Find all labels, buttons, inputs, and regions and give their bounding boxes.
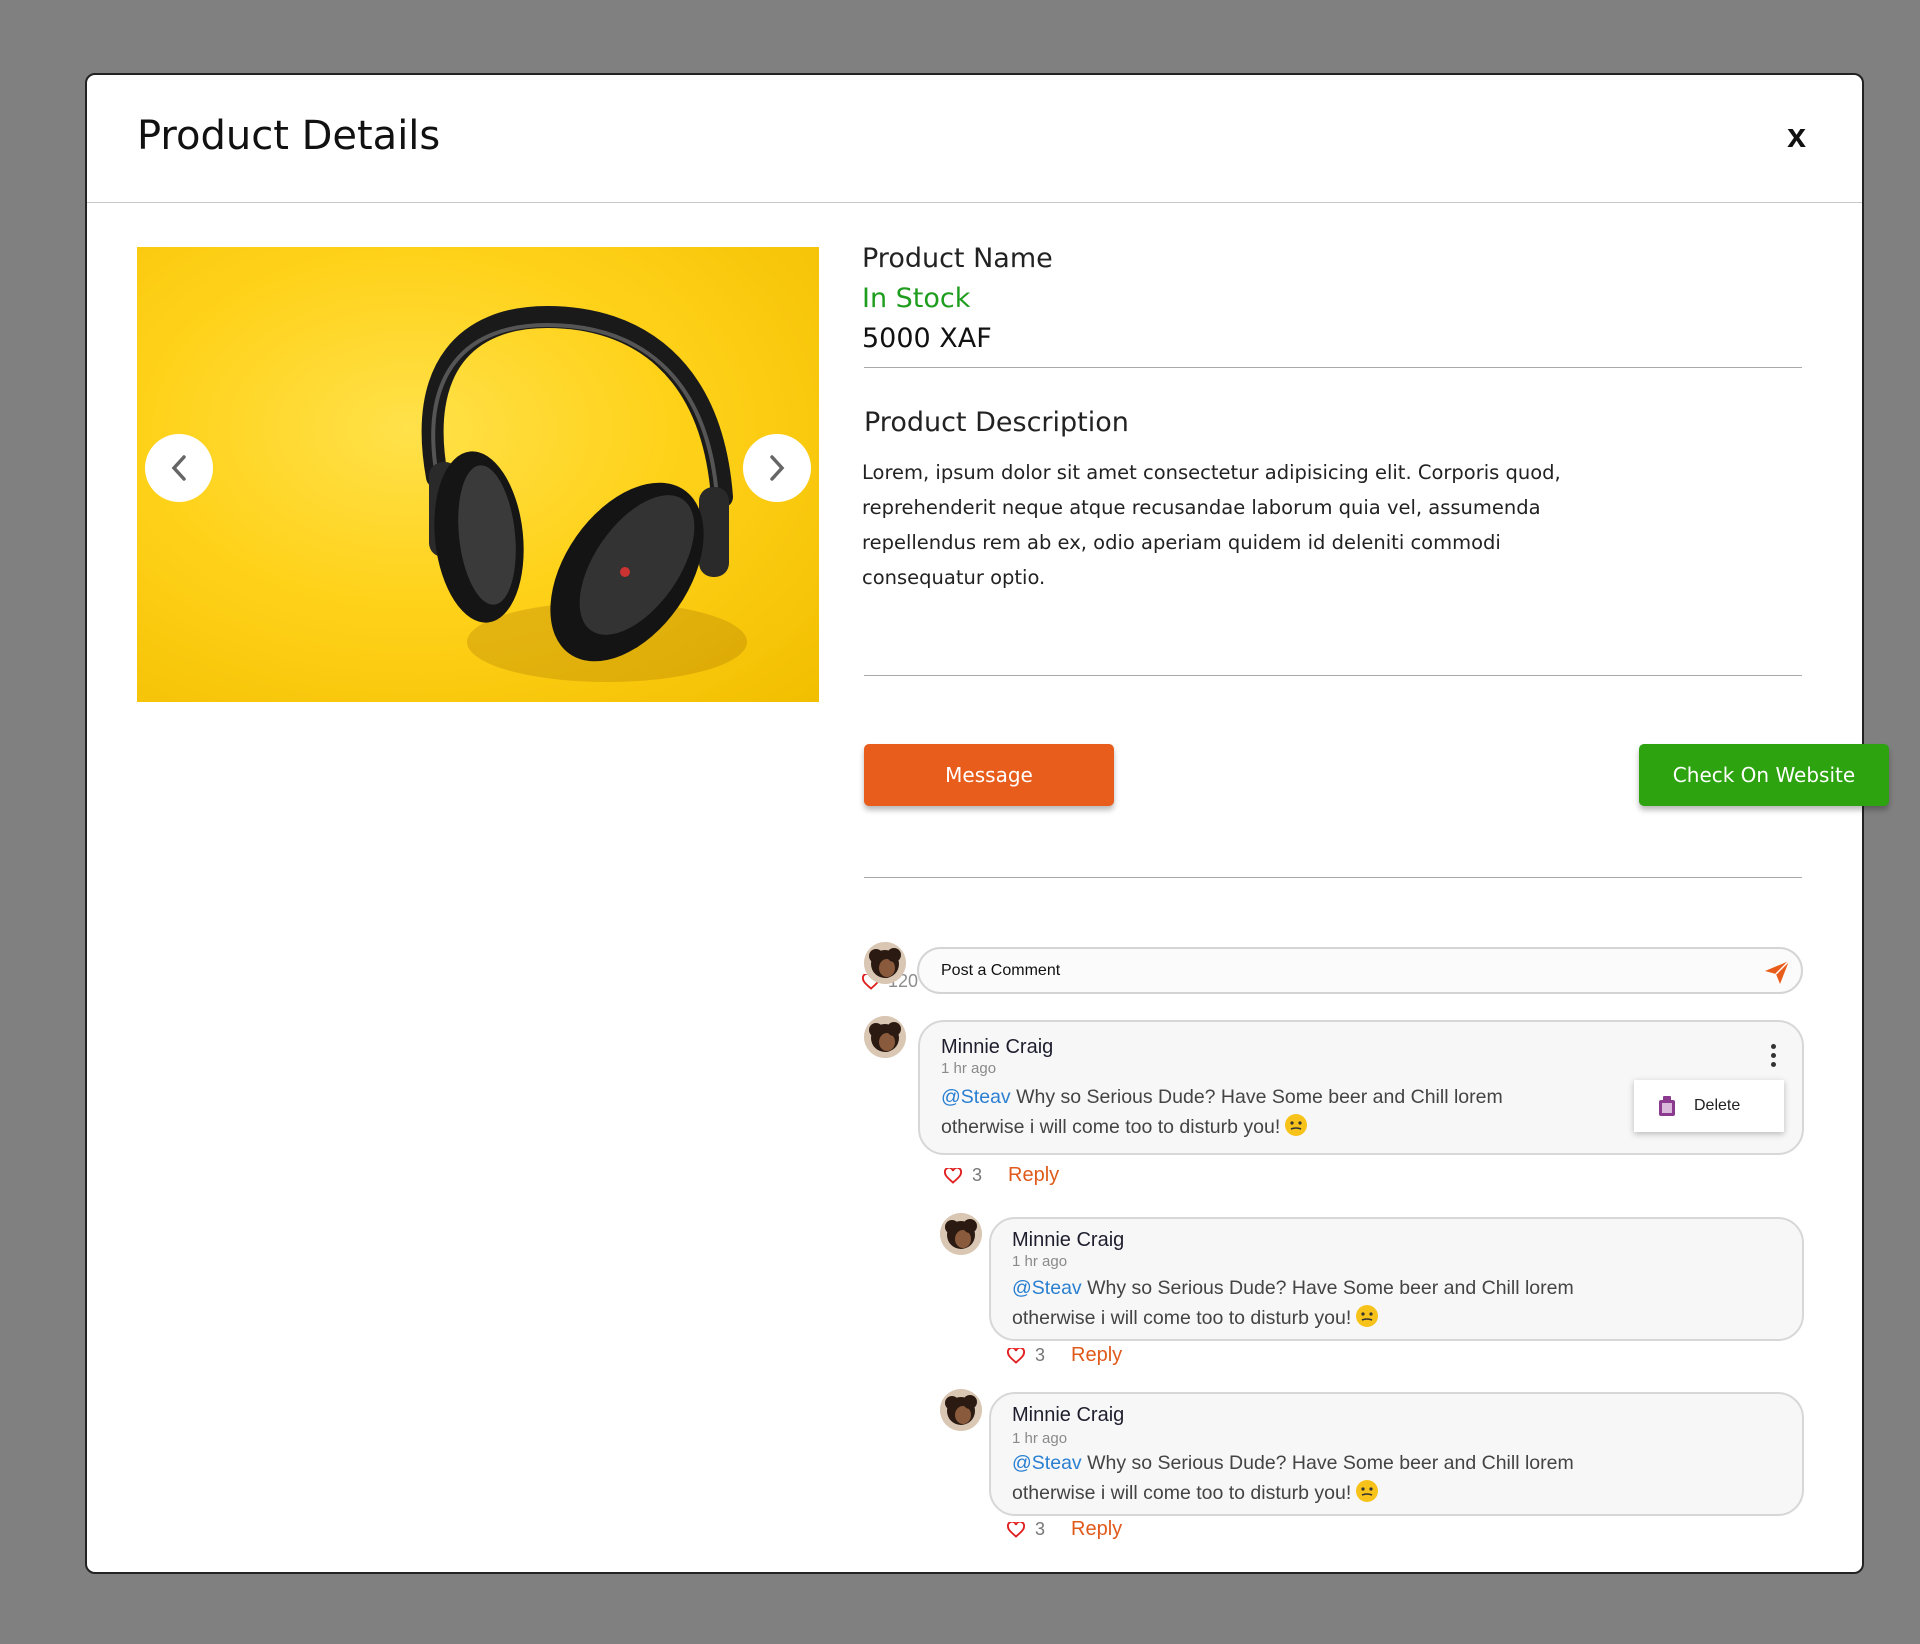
heart-icon[interactable] xyxy=(1007,1521,1025,1538)
reply-button[interactable]: Reply xyxy=(1008,1164,1059,1187)
message-button[interactable]: Message xyxy=(864,744,1114,806)
like-count: 3 xyxy=(972,1165,983,1185)
slightly-smiling-emoji xyxy=(1356,1480,1379,1502)
avatar xyxy=(940,1213,982,1255)
heart-icon[interactable] xyxy=(944,1167,962,1184)
description-text: Lorem, ipsum dolor sit amet consectetur … xyxy=(862,461,1561,589)
comment-author[interactable]: Minnie Craig xyxy=(1012,1404,1124,1427)
avatar xyxy=(864,942,906,984)
comment-context-menu[interactable]: Delete xyxy=(1634,1080,1784,1132)
check-on-website-button[interactable]: Check On Website xyxy=(1639,744,1889,806)
comment-author[interactable]: Minnie Craig xyxy=(1012,1229,1124,1252)
modal-title: Product Details xyxy=(137,113,441,159)
comment-actions: 3 Reply xyxy=(944,1164,1059,1187)
comment-text: @Steav Why so Serious Dude? Have Some be… xyxy=(941,1086,1503,1138)
comment-timestamp: 1 hr ago xyxy=(941,1060,997,1077)
comment-actions: 3 Reply xyxy=(1007,1344,1122,1367)
product-details-modal: Product Details x Product Name In Stock … xyxy=(85,73,1889,1574)
kebab-menu-icon[interactable] xyxy=(1768,1044,1778,1070)
slightly-smiling-emoji xyxy=(1356,1305,1379,1327)
mention-link[interactable]: @Steav xyxy=(1012,1452,1082,1474)
divider xyxy=(864,877,1802,878)
carousel-prev-button[interactable] xyxy=(145,434,213,502)
description-title: Product Description xyxy=(864,407,1129,438)
reply-card: Minnie Craig 1 hr ago @Steav Why so Seri… xyxy=(989,1217,1804,1341)
comment-text: @Steav Why so Serious Dude? Have Some be… xyxy=(1012,1277,1574,1329)
carousel-next-button[interactable] xyxy=(743,434,811,502)
mention-link[interactable]: @Steav xyxy=(941,1086,1011,1108)
product-price: 5000 XAF xyxy=(862,323,992,354)
delete-menu-item[interactable]: Delete xyxy=(1694,1097,1740,1115)
slightly-smiling-emoji xyxy=(1285,1114,1308,1136)
comment-author[interactable]: Minnie Craig xyxy=(941,1036,1053,1059)
avatar xyxy=(864,1016,906,1058)
headphones-image xyxy=(421,305,747,682)
divider xyxy=(864,367,1802,368)
like-count: 3 xyxy=(1035,1519,1046,1539)
chevron-right-icon xyxy=(770,455,785,481)
stock-status: In Stock xyxy=(862,283,971,314)
comment-actions: 3 Reply xyxy=(1007,1518,1122,1541)
product-name: Product Name xyxy=(862,243,1053,274)
modal-header: Product Details x xyxy=(87,75,1862,203)
product-image-carousel xyxy=(137,247,819,702)
mention-link[interactable]: @Steav xyxy=(1012,1277,1082,1299)
chevron-left-icon xyxy=(171,455,186,481)
heart-icon[interactable] xyxy=(1007,1347,1025,1364)
comment-input[interactable] xyxy=(941,961,1741,980)
comment-timestamp: 1 hr ago xyxy=(1012,1430,1068,1447)
divider xyxy=(864,675,1802,676)
comment-card: Minnie Craig 1 hr ago @Steav Why so Seri… xyxy=(918,1020,1804,1155)
reply-button[interactable]: Reply xyxy=(1071,1518,1122,1541)
reply-button[interactable]: Reply xyxy=(1071,1344,1122,1367)
send-icon[interactable] xyxy=(1763,959,1791,985)
comment-timestamp: 1 hr ago xyxy=(1012,1253,1068,1270)
reply-card: Minnie Craig 1 hr ago @Steav Why so Seri… xyxy=(989,1392,1804,1516)
comment-composer xyxy=(917,947,1803,994)
like-count: 3 xyxy=(1035,1345,1046,1365)
comment-text: @Steav Why so Serious Dude? Have Some be… xyxy=(1012,1452,1574,1504)
avatar xyxy=(940,1389,982,1431)
trash-icon xyxy=(1659,1096,1675,1116)
close-button[interactable]: x xyxy=(1787,117,1806,156)
